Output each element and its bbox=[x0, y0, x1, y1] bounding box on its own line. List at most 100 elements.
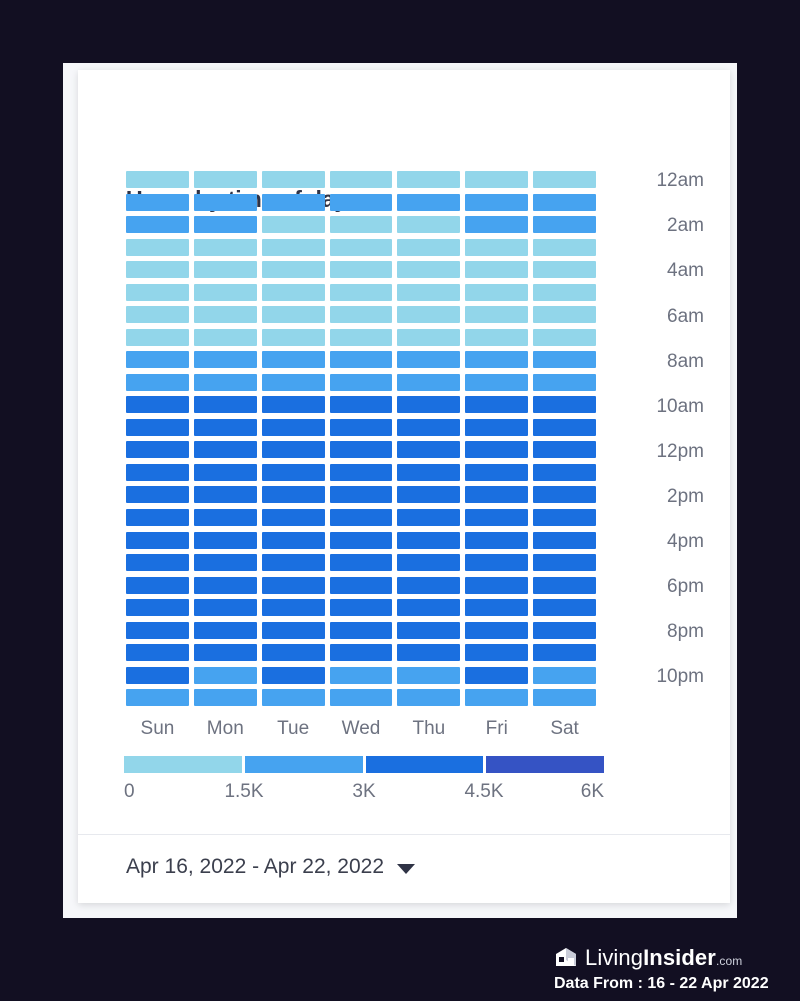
heatmap-cell[interactable] bbox=[329, 283, 393, 301]
heatmap-cell[interactable] bbox=[329, 351, 393, 369]
heatmap-cell[interactable] bbox=[126, 666, 189, 684]
heatmap-cell[interactable] bbox=[465, 441, 529, 459]
heatmap-cell[interactable] bbox=[193, 486, 257, 504]
heatmap-cell[interactable] bbox=[193, 666, 257, 684]
heatmap-cell[interactable] bbox=[533, 216, 597, 234]
heatmap-cell[interactable] bbox=[329, 508, 393, 526]
heatmap-cell[interactable] bbox=[329, 554, 393, 572]
heatmap-cell[interactable] bbox=[126, 373, 189, 391]
heatmap-cell[interactable] bbox=[126, 441, 189, 459]
heatmap-cell[interactable] bbox=[261, 531, 325, 549]
heatmap-cell[interactable] bbox=[397, 351, 461, 369]
heatmap-cell[interactable] bbox=[533, 171, 597, 188]
heatmap-cell[interactable] bbox=[465, 238, 529, 256]
heatmap-cell[interactable] bbox=[261, 418, 325, 436]
heatmap-cell[interactable] bbox=[533, 328, 597, 346]
heatmap-cell[interactable] bbox=[261, 373, 325, 391]
heatmap-cell[interactable] bbox=[397, 508, 461, 526]
heatmap-cell[interactable] bbox=[126, 621, 189, 639]
heatmap-cell[interactable] bbox=[261, 441, 325, 459]
heatmap-cell[interactable] bbox=[465, 193, 529, 211]
heatmap-cell[interactable] bbox=[533, 373, 597, 391]
heatmap-cell[interactable] bbox=[329, 531, 393, 549]
heatmap-cell[interactable] bbox=[329, 644, 393, 662]
heatmap-cell[interactable] bbox=[126, 418, 189, 436]
heatmap-cell[interactable] bbox=[193, 216, 257, 234]
heatmap-cell[interactable] bbox=[397, 644, 461, 662]
heatmap-cell[interactable] bbox=[465, 644, 529, 662]
heatmap-cell[interactable] bbox=[329, 418, 393, 436]
heatmap-cell[interactable] bbox=[533, 576, 597, 594]
heatmap-cell[interactable] bbox=[126, 463, 189, 481]
heatmap-cell[interactable] bbox=[465, 554, 529, 572]
heatmap-cell[interactable] bbox=[193, 644, 257, 662]
heatmap-cell[interactable] bbox=[193, 599, 257, 617]
heatmap-cell[interactable] bbox=[397, 486, 461, 504]
heatmap-cell[interactable] bbox=[126, 216, 189, 234]
heatmap-cell[interactable] bbox=[329, 621, 393, 639]
heatmap-cell[interactable] bbox=[465, 306, 529, 324]
heatmap-cell[interactable] bbox=[465, 463, 529, 481]
heatmap-cell[interactable] bbox=[533, 531, 597, 549]
heatmap-cell[interactable] bbox=[533, 666, 597, 684]
heatmap-cell[interactable] bbox=[329, 238, 393, 256]
heatmap-cell[interactable] bbox=[397, 418, 461, 436]
heatmap-cell[interactable] bbox=[397, 531, 461, 549]
heatmap-cell[interactable] bbox=[261, 238, 325, 256]
heatmap-cell[interactable] bbox=[465, 599, 529, 617]
heatmap-cell[interactable] bbox=[261, 508, 325, 526]
heatmap-cell[interactable] bbox=[126, 599, 189, 617]
heatmap-cell[interactable] bbox=[261, 216, 325, 234]
heatmap-cell[interactable] bbox=[533, 621, 597, 639]
heatmap-cell[interactable] bbox=[193, 689, 257, 707]
heatmap-cell[interactable] bbox=[261, 283, 325, 301]
heatmap-cell[interactable] bbox=[193, 238, 257, 256]
heatmap-cell[interactable] bbox=[397, 373, 461, 391]
heatmap-cell[interactable] bbox=[126, 689, 189, 707]
heatmap-cell[interactable] bbox=[329, 441, 393, 459]
heatmap-cell[interactable] bbox=[465, 328, 529, 346]
heatmap-cell[interactable] bbox=[126, 644, 189, 662]
heatmap-cell[interactable] bbox=[193, 508, 257, 526]
heatmap-cell[interactable] bbox=[193, 418, 257, 436]
heatmap-cell[interactable] bbox=[193, 171, 257, 188]
heatmap-cell[interactable] bbox=[533, 486, 597, 504]
heatmap-cell[interactable] bbox=[261, 486, 325, 504]
date-range-selector[interactable]: Apr 16, 2022 - Apr 22, 2022 bbox=[126, 855, 416, 879]
heatmap-cell[interactable] bbox=[533, 689, 597, 707]
heatmap-cell[interactable] bbox=[193, 261, 257, 279]
heatmap-cell[interactable] bbox=[329, 373, 393, 391]
heatmap-cell[interactable] bbox=[397, 261, 461, 279]
heatmap-cell[interactable] bbox=[329, 486, 393, 504]
heatmap-cell[interactable] bbox=[329, 396, 393, 414]
heatmap-cell[interactable] bbox=[261, 463, 325, 481]
heatmap-cell[interactable] bbox=[329, 689, 393, 707]
heatmap-cell[interactable] bbox=[465, 418, 529, 436]
heatmap-cell[interactable] bbox=[193, 351, 257, 369]
heatmap-cell[interactable] bbox=[329, 193, 393, 211]
heatmap-cell[interactable] bbox=[397, 463, 461, 481]
heatmap-cell[interactable] bbox=[397, 689, 461, 707]
heatmap-cell[interactable] bbox=[261, 666, 325, 684]
heatmap-cell[interactable] bbox=[193, 373, 257, 391]
heatmap-cell[interactable] bbox=[397, 599, 461, 617]
heatmap-cell[interactable] bbox=[533, 644, 597, 662]
heatmap-cell[interactable] bbox=[465, 283, 529, 301]
heatmap-cell[interactable] bbox=[397, 193, 461, 211]
heatmap-cell[interactable] bbox=[126, 171, 189, 188]
heatmap-cell[interactable] bbox=[261, 644, 325, 662]
heatmap-cell[interactable] bbox=[126, 486, 189, 504]
heatmap-cell[interactable] bbox=[261, 576, 325, 594]
heatmap-cell[interactable] bbox=[397, 666, 461, 684]
heatmap-cell[interactable] bbox=[397, 306, 461, 324]
heatmap-cell[interactable] bbox=[329, 463, 393, 481]
heatmap-cell[interactable] bbox=[126, 328, 189, 346]
heatmap-cell[interactable] bbox=[533, 351, 597, 369]
heatmap-cell[interactable] bbox=[329, 306, 393, 324]
heatmap-cell[interactable] bbox=[329, 328, 393, 346]
heatmap-cell[interactable] bbox=[465, 531, 529, 549]
heatmap-cell[interactable] bbox=[329, 666, 393, 684]
heatmap-cell[interactable] bbox=[465, 508, 529, 526]
heatmap-cell[interactable] bbox=[261, 599, 325, 617]
heatmap-cell[interactable] bbox=[397, 283, 461, 301]
